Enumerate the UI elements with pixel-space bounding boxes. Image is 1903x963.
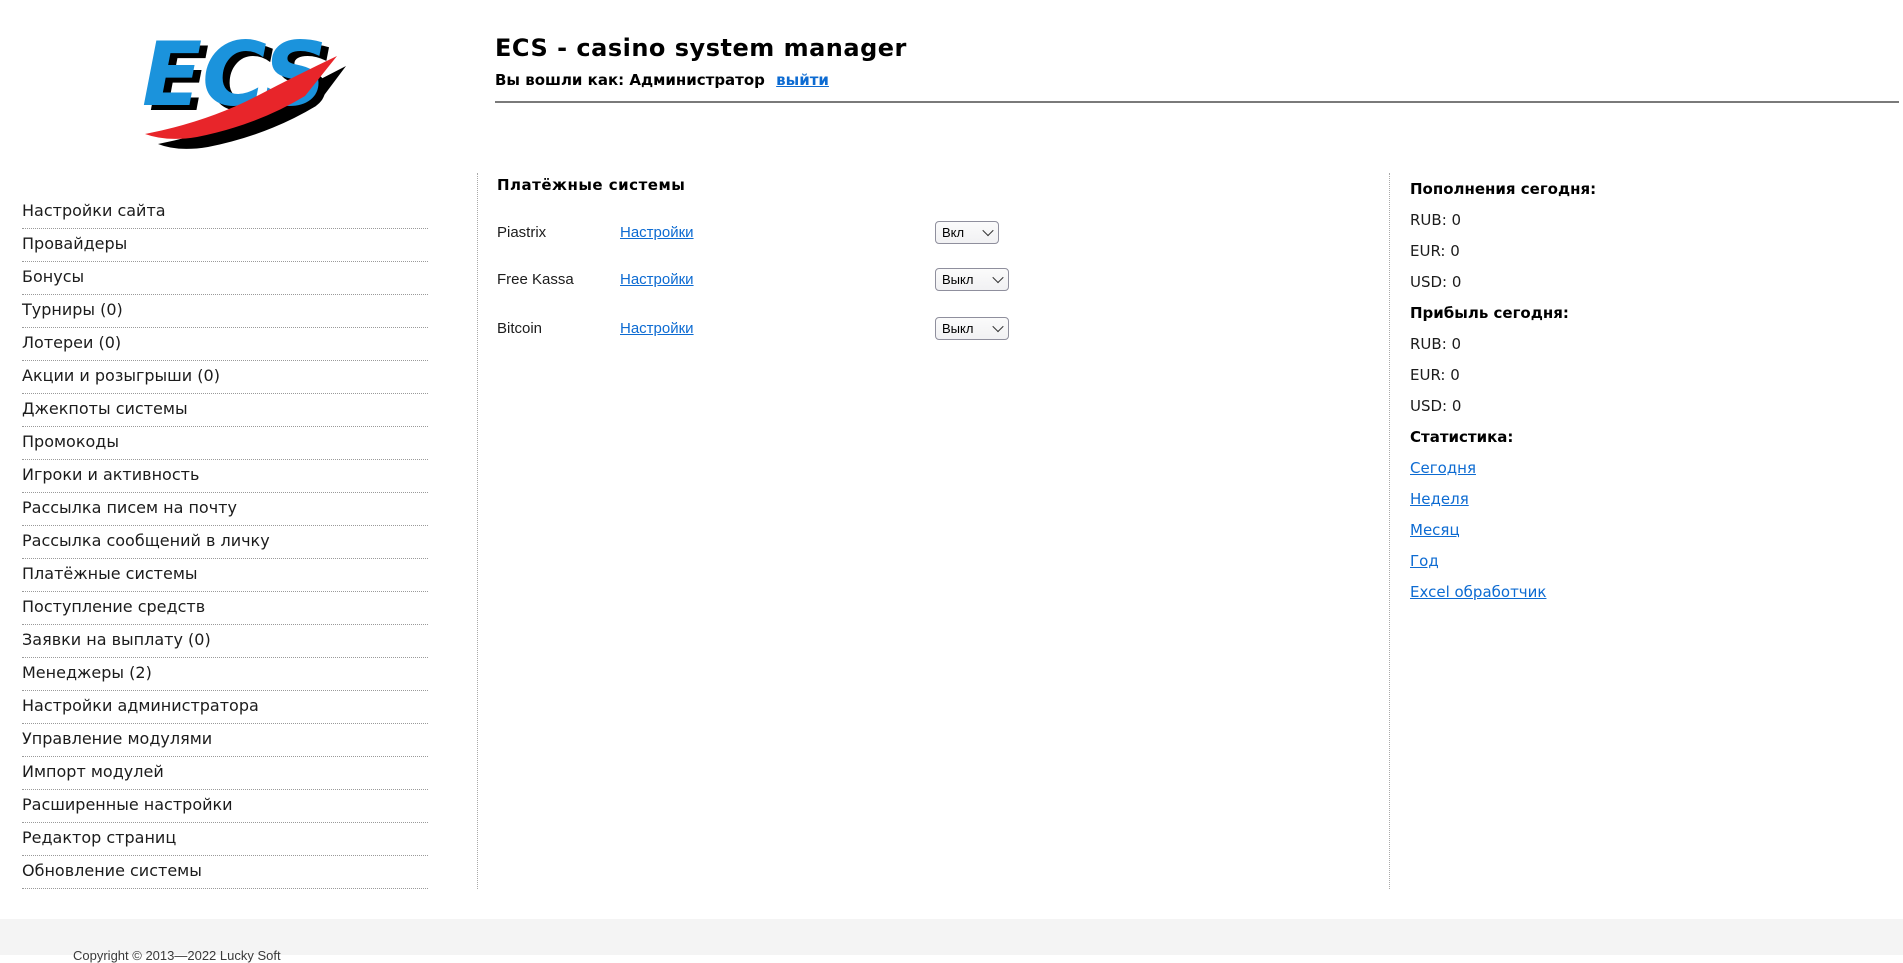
sidebar-item-promotions[interactable]: Акции и розыгрыши (0): [22, 361, 428, 394]
sidebar-item-payout-requests[interactable]: Заявки на выплату (0): [22, 625, 428, 658]
deposits-rub: RUB: 0: [1410, 211, 1462, 229]
sidebar-item-tournaments[interactable]: Турниры (0): [22, 295, 428, 328]
ecs-logo: ECS ECS: [137, 16, 347, 152]
sidebar-item-module-import[interactable]: Импорт модулей: [22, 757, 428, 790]
selected-state: Выкл: [942, 271, 974, 287]
sidebar-item-email-newsletter[interactable]: Рассылка писем на почту: [22, 493, 428, 526]
selected-state: Вкл: [942, 224, 965, 240]
ecs-logo-image: ECS ECS: [142, 23, 346, 149]
payment-systems-panel: Платёжные системы Piastrix Настройки Вкл…: [497, 176, 1377, 340]
panel-heading: Платёжные системы: [497, 176, 686, 194]
profit-eur: EUR: 0: [1410, 366, 1460, 384]
login-status: Вы вошли как: Администратор выйти: [495, 71, 907, 89]
chevron-down-icon: [992, 320, 1004, 333]
piastrix-settings-link[interactable]: Настройки: [620, 224, 694, 241]
sidebar-item-incoming-funds[interactable]: Поступление средств: [22, 592, 428, 625]
piastrix-state-select[interactable]: Вкл: [935, 220, 999, 244]
left-column-divider: [477, 173, 478, 889]
stats-heading: Статистика:: [1410, 428, 1514, 446]
sidebar-item-admin-settings[interactable]: Настройки администратора: [22, 691, 428, 724]
sidebar-item-payment-systems[interactable]: Платёжные системы: [22, 559, 428, 592]
sidebar-item-managers[interactable]: Менеджеры (2): [22, 658, 428, 691]
sidebar-item-page-editor[interactable]: Редактор страниц: [22, 823, 428, 856]
footer: Copyright © 2013—2022 Lucky Soft: [0, 919, 1903, 963]
header-divider: [495, 101, 1899, 103]
sidebar-item-promocodes[interactable]: Промокоды: [22, 427, 428, 460]
payment-row-piastrix: Piastrix Настройки Вкл: [497, 220, 1117, 244]
sidebar-item-system-update[interactable]: Обновление системы: [22, 856, 428, 889]
sidebar-item-module-management[interactable]: Управление модулями: [22, 724, 428, 757]
stats-week-link[interactable]: Неделя: [1410, 490, 1469, 508]
payment-name: Bitcoin: [497, 319, 543, 337]
bitcoin-settings-link[interactable]: Настройки: [620, 320, 694, 337]
payment-row-free-kassa: Free Kassa Настройки Выкл: [497, 267, 1117, 291]
chevron-down-icon: [992, 271, 1004, 284]
sidebar-item-providers[interactable]: Провайдеры: [22, 229, 428, 262]
sidebar-item-pm-newsletter[interactable]: Рассылка сообщений в личку: [22, 526, 428, 559]
bitcoin-state-select[interactable]: Выкл: [935, 316, 1009, 340]
free-kassa-state-select[interactable]: Выкл: [935, 267, 1009, 291]
stats-month-link[interactable]: Месяц: [1410, 521, 1460, 539]
sidebar-item-lotteries[interactable]: Лотереи (0): [22, 328, 428, 361]
sidebar-item-bonuses[interactable]: Бонусы: [22, 262, 428, 295]
chevron-down-icon: [982, 224, 994, 237]
sidebar-item-players-activity[interactable]: Игроки и активность: [22, 460, 428, 493]
profit-usd: USD: 0: [1410, 397, 1462, 415]
profit-rub: RUB: 0: [1410, 335, 1462, 353]
login-status-text: Вы вошли как: Администратор: [495, 71, 765, 89]
sidebar-menu: Настройки сайта Провайдеры Бонусы Турнир…: [22, 196, 428, 889]
profit-heading: Прибыль сегодня:: [1410, 304, 1569, 322]
sidebar-item-jackpots[interactable]: Джекпоты системы: [22, 394, 428, 427]
stats-panel: Пополнения сегодня: RUB: 0 EUR: 0 USD: 0…: [1410, 178, 1710, 612]
right-column-divider: [1389, 173, 1390, 889]
deposits-eur: EUR: 0: [1410, 242, 1460, 260]
stats-excel-link[interactable]: Excel обработчик: [1410, 583, 1546, 601]
deposits-usd: USD: 0: [1410, 273, 1462, 291]
page-title: ECS - casino system manager: [495, 34, 907, 62]
sidebar-item-advanced-settings[interactable]: Расширенные настройки: [22, 790, 428, 823]
header: ECS - casino system manager Вы вошли как…: [495, 34, 907, 89]
selected-state: Выкл: [942, 320, 974, 336]
deposits-heading: Пополнения сегодня:: [1410, 180, 1597, 198]
payment-row-bitcoin: Bitcoin Настройки Выкл: [497, 316, 1117, 340]
sidebar-item-site-settings[interactable]: Настройки сайта: [22, 196, 428, 229]
free-kassa-settings-link[interactable]: Настройки: [620, 271, 694, 288]
copyright-text: Copyright © 2013—2022 Lucky Soft: [73, 948, 281, 963]
stats-today-link[interactable]: Сегодня: [1410, 459, 1476, 477]
logout-link[interactable]: выйти: [776, 71, 829, 89]
payment-name: Free Kassa: [497, 270, 574, 288]
payment-name: Piastrix: [497, 223, 547, 241]
stats-year-link[interactable]: Год: [1410, 552, 1439, 570]
